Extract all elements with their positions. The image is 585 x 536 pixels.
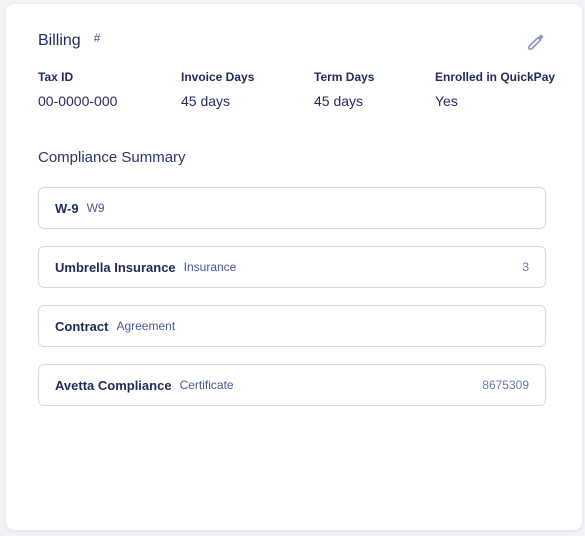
item-name: Umbrella Insurance xyxy=(55,259,176,275)
field-invoice-days: Invoice Days 45 days xyxy=(181,70,254,109)
field-value: 45 days xyxy=(314,93,364,109)
edit-button[interactable] xyxy=(526,32,546,52)
field-label: Enrolled in QuickPay xyxy=(435,70,556,84)
item-name: Avetta Compliance xyxy=(55,377,172,393)
hash-label: # xyxy=(93,31,101,45)
item-type: Certificate xyxy=(179,378,234,392)
pencil-icon xyxy=(528,34,544,50)
billing-card: Billing # Tax ID 00-0000-000 Invoice Day… xyxy=(6,4,582,530)
field-value: Yes xyxy=(435,93,458,109)
compliance-list: W-9 W9 Umbrella Insurance Insurance 3 Co… xyxy=(38,187,546,423)
compliance-item-contract[interactable]: Contract Agreement xyxy=(38,305,546,347)
item-type: Insurance xyxy=(183,260,237,274)
field-term-days: Term Days 45 days xyxy=(314,70,374,109)
field-value: 45 days xyxy=(181,93,231,109)
field-value: 00-0000-000 xyxy=(38,93,118,109)
item-type: Agreement xyxy=(116,319,176,333)
compliance-summary-title: Compliance Summary xyxy=(38,149,186,166)
compliance-item-avetta-compliance[interactable]: Avetta Compliance Certificate 8675309 xyxy=(38,364,546,406)
compliance-item-umbrella-insurance[interactable]: Umbrella Insurance Insurance 3 xyxy=(38,246,546,288)
billing-header: Billing # xyxy=(38,31,101,50)
field-label: Invoice Days xyxy=(181,70,255,84)
item-count: 8675309 xyxy=(482,378,529,392)
field-label: Term Days xyxy=(314,70,375,84)
field-quickpay: Enrolled in QuickPay Yes xyxy=(435,70,555,109)
item-type: W9 xyxy=(86,201,105,215)
field-tax-id: Tax ID 00-0000-000 xyxy=(38,70,117,109)
field-label: Tax ID xyxy=(38,70,74,84)
item-name: W-9 xyxy=(55,200,79,216)
item-count: 3 xyxy=(522,260,529,274)
item-name: Contract xyxy=(55,318,109,334)
compliance-item-w9[interactable]: W-9 W9 xyxy=(38,187,546,229)
billing-title: Billing xyxy=(38,32,81,49)
